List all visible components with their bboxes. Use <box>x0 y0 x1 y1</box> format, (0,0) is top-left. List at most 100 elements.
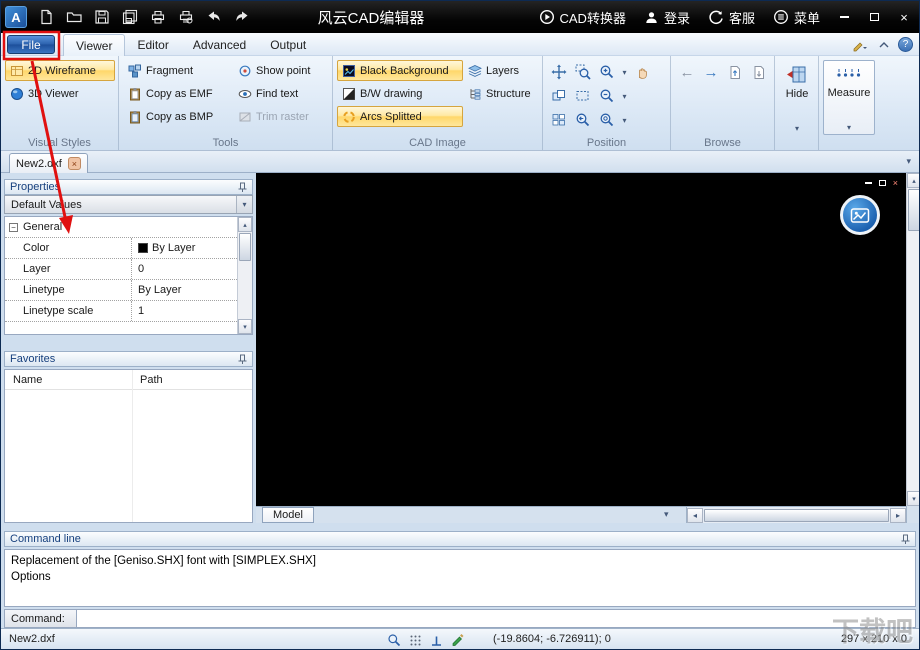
measure-button[interactable]: Measure ▾ <box>823 60 875 135</box>
hscroll-thumb[interactable] <box>704 508 889 522</box>
status-magnifier-icon[interactable] <box>387 633 401 647</box>
bw-drawing-button[interactable]: B/W drawing <box>337 83 463 104</box>
tab-editor[interactable]: Editor <box>125 34 180 56</box>
minimize-ribbon-chevron-icon[interactable] <box>879 41 889 49</box>
vscroll-down-icon[interactable]: ▾ <box>907 491 919 506</box>
model-tab[interactable]: Model <box>262 507 314 523</box>
arcs-splitted-button[interactable]: Arcs Splitted <box>337 106 463 127</box>
viewports-icon[interactable] <box>547 109 571 132</box>
zoom-extents-dropdown[interactable]: ▾ <box>619 116 630 125</box>
properties-header: Properties <box>4 179 253 195</box>
hscroll-left-icon[interactable]: ◂ <box>687 507 703 523</box>
pan-arrows-icon[interactable] <box>547 61 571 84</box>
minimize-button[interactable] <box>829 1 859 33</box>
menu-button[interactable]: 菜单 <box>764 1 829 33</box>
canvas-minimize-icon[interactable] <box>864 182 872 184</box>
favorites-name-column[interactable]: Name <box>5 374 132 386</box>
print-preview-icon[interactable] <box>173 5 199 29</box>
favorites-path-column[interactable]: Path <box>132 374 163 386</box>
pan-hand-icon[interactable] <box>630 61 654 84</box>
measure-dropdown[interactable]: ▾ <box>844 123 855 132</box>
document-tab-close-icon[interactable]: × <box>67 157 81 170</box>
vscroll-thumb[interactable] <box>908 189 919 231</box>
viewer-3d-label: 3D Viewer <box>28 87 79 100</box>
print-icon[interactable] <box>145 5 171 29</box>
status-grid-snap-icon[interactable] <box>409 634 422 647</box>
zoom-out-dropdown[interactable]: ▾ <box>619 92 630 101</box>
scroll-up-icon[interactable]: ▴ <box>238 217 252 232</box>
command-history[interactable]: Replacement of the [Geniso.SHX] font wit… <box>4 549 916 607</box>
file-menu-button[interactable]: File <box>7 35 55 54</box>
save-all-icon[interactable] <box>117 5 143 29</box>
zoom-out-icon[interactable] <box>595 85 619 108</box>
page-previous-icon[interactable] <box>723 61 747 84</box>
cad-image-badge[interactable] <box>840 195 880 235</box>
zoom-window-icon[interactable] <box>571 61 595 84</box>
save-icon[interactable] <box>89 5 115 29</box>
open-folder-icon[interactable] <box>61 5 87 29</box>
close-button[interactable]: × <box>889 1 919 33</box>
customize-pencil-icon[interactable] <box>852 38 870 52</box>
default-values-dropdown[interactable]: Default Values ▾ <box>4 195 253 214</box>
new-document-icon[interactable] <box>33 5 59 29</box>
zoom-extents-icon[interactable] <box>595 109 619 132</box>
property-value-color[interactable]: By Layer <box>132 238 237 258</box>
hide-button[interactable]: Hide ▾ <box>779 60 815 135</box>
measure-label: Measure <box>827 87 871 99</box>
help-button[interactable]: ? <box>898 37 913 52</box>
previous-view-icon[interactable] <box>547 85 571 108</box>
favorites-pin-icon[interactable] <box>235 354 247 365</box>
command-line-pin-icon[interactable] <box>898 534 910 545</box>
horizontal-scrollbar[interactable]: ◂ ▸ <box>686 506 906 523</box>
tab-output[interactable]: Output <box>258 34 318 56</box>
properties-scrollbar[interactable]: ▴ ▾ <box>237 217 252 334</box>
layout-chevron-icon[interactable]: ▾ <box>664 509 669 520</box>
undo-icon[interactable] <box>201 5 227 29</box>
copy-as-emf-button[interactable]: Copy as EMF <box>123 83 233 104</box>
browse-forward-icon[interactable]: → <box>699 61 723 84</box>
zoom-previous-icon[interactable] <box>571 109 595 132</box>
selection-rect-icon[interactable] <box>571 85 595 108</box>
tab-viewer[interactable]: Viewer <box>63 34 126 56</box>
general-group-row[interactable]: − General <box>5 217 237 238</box>
layers-button[interactable]: Layers <box>463 60 537 81</box>
scroll-down-icon[interactable]: ▾ <box>238 319 252 334</box>
page-next-icon[interactable] <box>747 61 771 84</box>
viewer-3d-button[interactable]: 3D Viewer <box>5 83 115 104</box>
browse-back-icon[interactable]: ← <box>675 61 699 84</box>
status-osnap-pen-icon[interactable] <box>451 633 465 647</box>
login-button[interactable]: 登录 <box>635 1 699 33</box>
fragment-button[interactable]: Fragment <box>123 60 233 81</box>
collapse-expander-icon[interactable]: − <box>9 222 18 232</box>
tab-advanced[interactable]: Advanced <box>181 34 258 56</box>
maximize-button[interactable] <box>859 1 889 33</box>
app-logo-icon[interactable]: A <box>5 6 27 28</box>
status-ortho-icon[interactable] <box>430 634 443 647</box>
black-background-button[interactable]: Black Background <box>337 60 463 81</box>
property-value-linetype-scale[interactable]: 1 <box>132 301 237 321</box>
zoom-in-dropdown[interactable]: ▾ <box>619 68 630 77</box>
scroll-thumb[interactable] <box>239 233 251 261</box>
zoom-in-icon[interactable] <box>595 61 619 84</box>
default-values-arrow-icon[interactable]: ▾ <box>236 196 252 213</box>
find-text-button[interactable]: Find text <box>233 83 329 104</box>
vertical-scrollbar[interactable]: ▴ ▾ <box>906 173 919 506</box>
wireframe-2d-button[interactable]: 2D Wireframe <box>5 60 115 81</box>
structure-button[interactable]: Structure <box>463 83 537 104</box>
hscroll-right-icon[interactable]: ▸ <box>890 507 906 523</box>
hide-dropdown[interactable]: ▾ <box>792 124 803 133</box>
drawing-canvas[interactable]: × Model ▾ ◂ ▸ <box>256 173 906 523</box>
property-value-layer[interactable]: 0 <box>132 259 237 279</box>
canvas-close-icon[interactable]: × <box>893 178 898 188</box>
vscroll-up-icon[interactable]: ▴ <box>907 173 919 188</box>
property-value-linetype[interactable]: By Layer <box>132 280 237 300</box>
document-tab[interactable]: New2.dxf × <box>9 153 88 173</box>
copy-as-bmp-button[interactable]: Copy as BMP <box>123 106 233 127</box>
cad-converter-button[interactable]: CAD转换器 <box>530 1 635 33</box>
show-point-button[interactable]: Show point <box>233 60 329 81</box>
document-bar-chevron-icon[interactable]: ▾ <box>906 156 911 167</box>
support-button[interactable]: 客服 <box>699 1 764 33</box>
properties-pin-icon[interactable] <box>235 182 247 193</box>
command-input[interactable] <box>77 610 915 627</box>
canvas-restore-icon[interactable] <box>878 180 886 186</box>
